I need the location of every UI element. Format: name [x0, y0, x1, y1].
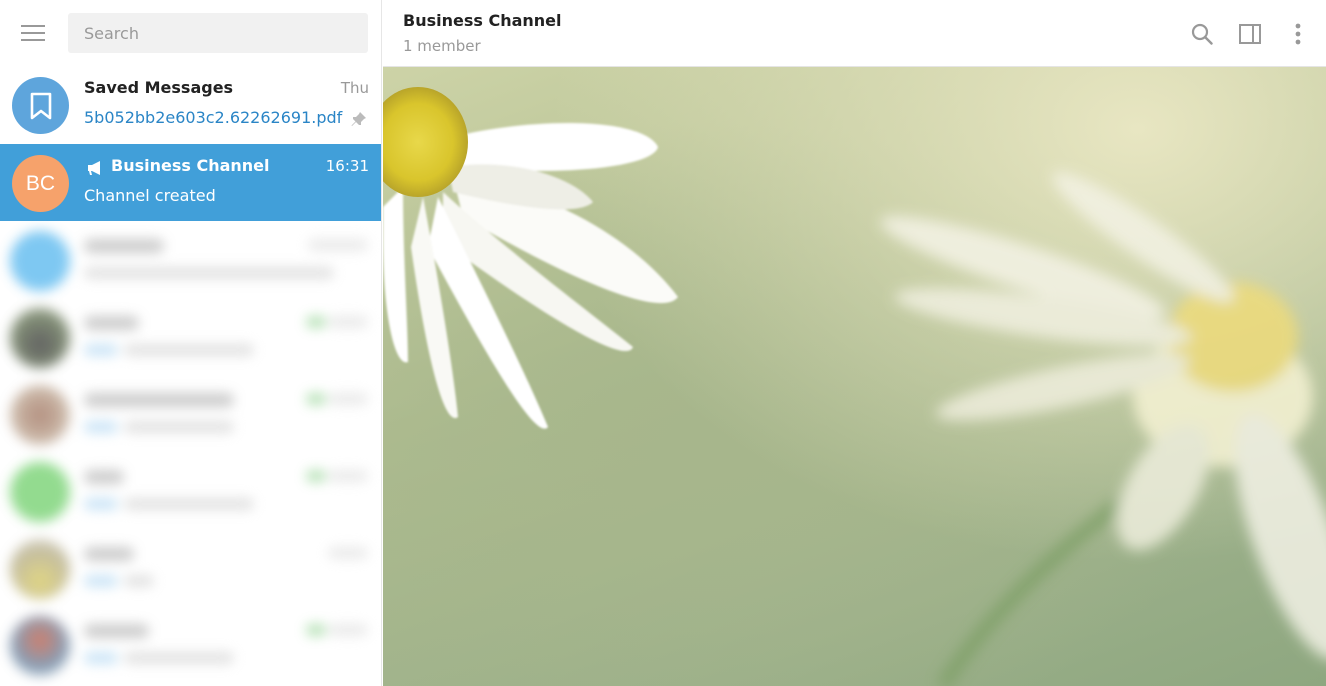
sidebar-toggle-icon	[1239, 24, 1261, 44]
chat-list-sidebar: Saved Messages Thu 5b052bb2e603c2.622626…	[0, 0, 382, 686]
search-icon	[1191, 23, 1213, 45]
chat-header: Business Channel 1 member	[383, 0, 1326, 67]
chat-time: 16:31	[325, 157, 369, 175]
list-item[interactable]	[0, 452, 381, 529]
toggle-sidebar-button[interactable]	[1234, 18, 1266, 50]
chat-time: Thu	[340, 79, 369, 97]
list-item[interactable]	[0, 298, 381, 375]
menu-button[interactable]	[14, 18, 52, 48]
chat-item-saved-messages[interactable]: Saved Messages Thu 5b052bb2e603c2.622626…	[0, 66, 381, 143]
daisy-wallpaper-image	[383, 87, 1326, 686]
member-count: 1 member	[403, 37, 481, 55]
list-item[interactable]	[0, 375, 381, 452]
blurred-chat-list	[0, 221, 381, 686]
sidebar-top-bar	[0, 0, 381, 66]
chat-name: Saved Messages	[84, 78, 234, 97]
list-item[interactable]	[0, 606, 381, 683]
list-item[interactable]	[0, 529, 381, 606]
bookmark-icon	[30, 92, 51, 119]
more-options-button[interactable]	[1282, 18, 1314, 50]
search-input[interactable]	[68, 13, 368, 53]
list-item[interactable]	[0, 221, 381, 298]
page-title[interactable]: Business Channel	[403, 11, 562, 30]
pin-icon	[350, 110, 368, 132]
search-button[interactable]	[1186, 18, 1218, 50]
chat-preview: Channel created	[84, 186, 216, 205]
hamburger-menu-icon	[21, 25, 45, 41]
more-vertical-icon	[1295, 23, 1301, 45]
avatar	[12, 77, 69, 134]
chat-background	[383, 67, 1326, 686]
avatar: BC	[12, 155, 69, 212]
chat-item-business-channel[interactable]: BC Business Channel 16:31 Channel create…	[0, 144, 381, 221]
chat-name: Business Channel	[111, 156, 270, 175]
chat-preview: 5b052bb2e603c2.62262691.pdf	[84, 108, 343, 127]
